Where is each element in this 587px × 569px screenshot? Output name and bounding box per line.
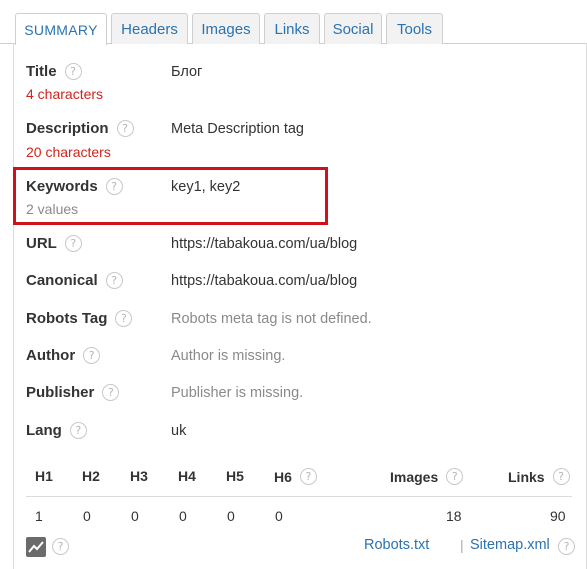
lang-row: Lang? <box>26 422 87 440</box>
tab-images[interactable]: Images <box>192 13 260 44</box>
author-label: Author <box>26 347 76 364</box>
keywords-label: Keywords <box>26 178 98 195</box>
tab-links-label: Links <box>274 20 310 38</box>
help-icon[interactable]: ? <box>105 272 123 289</box>
robots-tag-row: Robots Tag? <box>26 310 133 328</box>
description-row: Description? <box>26 120 134 138</box>
help-icon[interactable]: ? <box>64 235 82 252</box>
tab-summary-label: SUMMARY <box>24 21 98 38</box>
help-icon[interactable]: ? <box>69 422 87 439</box>
robots-tag-label: Robots Tag <box>26 310 108 327</box>
keywords-count: 2 values <box>26 201 79 217</box>
title-label: Title <box>26 63 57 80</box>
tab-tools-label: Tools <box>396 20 433 38</box>
h6-count: 0 <box>275 508 283 524</box>
help-icon[interactable]: ? <box>558 538 575 555</box>
help-icon[interactable]: ? <box>116 120 134 137</box>
tab-images-label: Images <box>201 20 251 38</box>
description-length: 20 characters <box>26 144 111 160</box>
h3-header: H3 <box>130 468 148 484</box>
links-header: Links? <box>508 468 570 485</box>
url-label: URL <box>26 235 57 252</box>
h4-header: H4 <box>178 468 196 484</box>
images-header-label: Images <box>390 468 439 485</box>
canonical-label: Canonical <box>26 272 98 289</box>
chart-icon[interactable] <box>26 537 46 557</box>
lang-label: Lang <box>26 422 62 439</box>
images-header: Images? <box>390 468 464 485</box>
h5-header: H5 <box>226 468 244 484</box>
keywords-value: key1, key2 <box>171 179 241 195</box>
keywords-row: Keywords? <box>26 178 123 196</box>
publisher-label: Publisher <box>26 384 95 401</box>
h2-count: 0 <box>83 508 91 524</box>
title-length: 4 characters <box>26 86 104 102</box>
robots-txt-link[interactable]: Robots.txt <box>364 537 429 553</box>
tab-bar: SUMMARY Headers Images Links Social Tool… <box>0 0 587 45</box>
description-label: Description <box>26 120 109 137</box>
help-icon[interactable]: ? <box>115 310 133 327</box>
h5-count: 0 <box>227 508 235 524</box>
help-icon[interactable]: ? <box>299 468 317 485</box>
tab-headers-label: Headers <box>121 20 178 38</box>
title-row: Title? <box>26 63 82 81</box>
images-count: 18 <box>446 508 462 524</box>
title-value: Блог <box>171 64 203 80</box>
help-icon[interactable]: ? <box>64 63 82 80</box>
h1-count: 1 <box>35 508 43 524</box>
tab-links[interactable]: Links <box>264 13 320 44</box>
tab-social[interactable]: Social <box>324 13 382 44</box>
url-value: https://tabakoua.com/ua/blog <box>171 236 358 252</box>
h6-header-label: H6 <box>274 468 292 485</box>
tab-summary[interactable]: SUMMARY <box>15 13 107 45</box>
seo-summary-panel: SUMMARY Headers Images Links Social Tool… <box>0 0 587 569</box>
canonical-row: Canonical? <box>26 272 123 290</box>
h2-header: H2 <box>82 468 100 484</box>
publisher-value: Publisher is missing. <box>171 385 304 401</box>
publisher-row: Publisher? <box>26 384 120 402</box>
lang-value: uk <box>171 423 187 439</box>
links-count: 90 <box>550 508 566 524</box>
links-header-label: Links <box>508 468 545 485</box>
help-icon[interactable]: ? <box>83 347 101 364</box>
chart-icon-glyph <box>28 541 44 553</box>
author-value: Author is missing. <box>171 348 286 364</box>
help-icon[interactable]: ? <box>102 384 120 401</box>
h1-header: H1 <box>35 468 53 484</box>
author-row: Author? <box>26 347 101 365</box>
description-value: Meta Description tag <box>171 121 304 137</box>
footer-separator: | <box>460 537 464 553</box>
help-icon[interactable]: ? <box>446 468 464 485</box>
sitemap-xml-link[interactable]: Sitemap.xml <box>470 537 550 553</box>
url-row: URL? <box>26 235 82 253</box>
help-icon[interactable]: ? <box>52 538 69 555</box>
h6-header: H6? <box>274 468 317 485</box>
canonical-value: https://tabakoua.com/ua/blog <box>171 273 358 289</box>
h3-count: 0 <box>131 508 139 524</box>
tab-tools[interactable]: Tools <box>386 13 443 44</box>
tab-social-label: Social <box>332 20 374 38</box>
robots-tag-value: Robots meta tag is not defined. <box>171 311 372 327</box>
help-icon[interactable]: ? <box>552 468 570 485</box>
table-divider <box>26 496 572 497</box>
h4-count: 0 <box>179 508 187 524</box>
tab-headers[interactable]: Headers <box>111 13 188 44</box>
help-icon[interactable]: ? <box>105 178 123 195</box>
